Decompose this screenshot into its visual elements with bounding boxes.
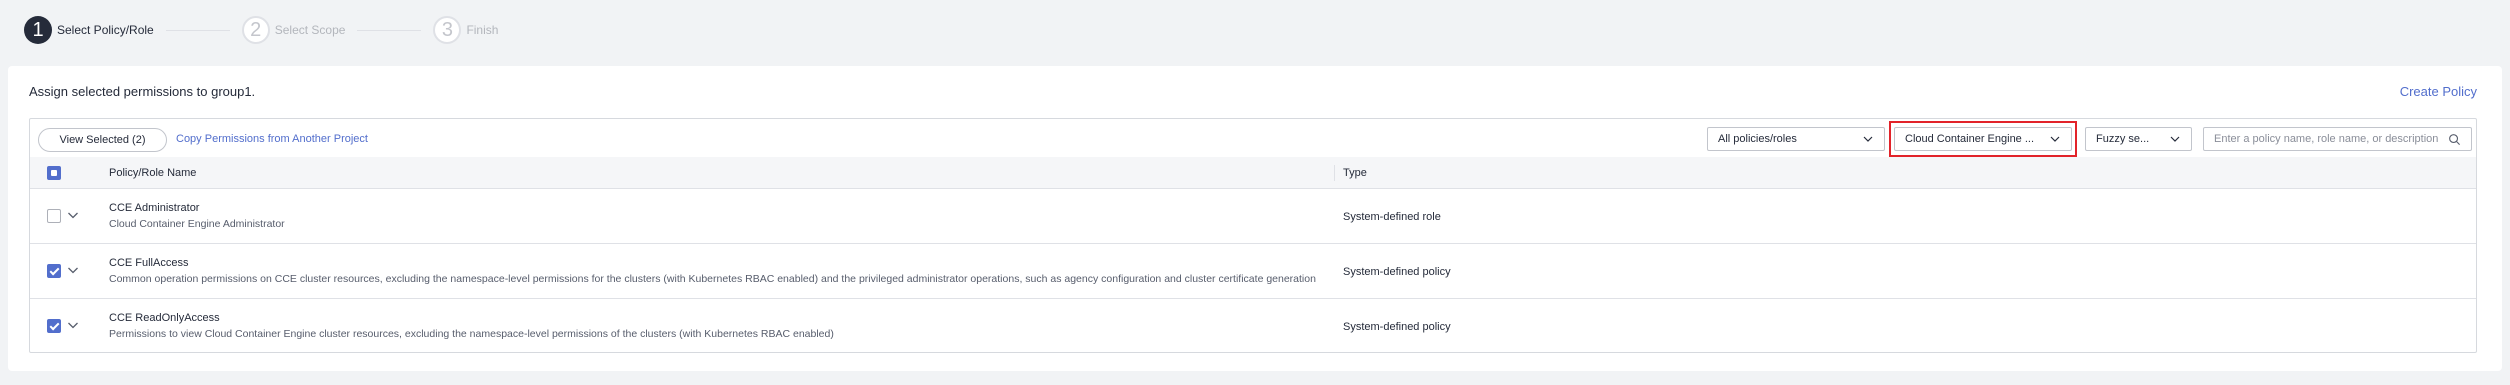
create-policy-link[interactable]: Create Policy: [2400, 84, 2477, 99]
permissions-card: Assign selected permissions to group1. C…: [8, 66, 2502, 371]
column-header-name: Policy/Role Name: [109, 167, 197, 179]
policy-type-value: All policies/roles: [1718, 133, 1797, 145]
policy-description: Cloud Container Engine Administrator: [109, 218, 285, 230]
policy-type-select[interactable]: All policies/roles: [1707, 127, 1885, 151]
service-value: Cloud Container Engine ...: [1905, 133, 2035, 145]
step-3-label: Finish: [466, 23, 499, 37]
step-2-label: Select Scope: [274, 23, 346, 37]
chevron-down-icon[interactable]: [67, 209, 79, 221]
step-2: 2 Select Scope: [241, 16, 346, 44]
policy-type: System-defined role: [1343, 211, 1441, 223]
search-mode-value: Fuzzy se...: [2096, 133, 2150, 145]
table-row: CCE FullAccess Common operation permissi…: [30, 244, 2476, 299]
policy-description: Common operation permissions on CCE clus…: [109, 273, 1316, 285]
search-box: [2203, 127, 2472, 151]
row-checkbox[interactable]: [47, 209, 61, 223]
step-divider: [357, 29, 422, 31]
policy-type: System-defined policy: [1343, 321, 1451, 333]
step-3-number: 3: [433, 16, 462, 44]
view-selected-button[interactable]: View Selected (2): [38, 128, 167, 152]
chevron-down-icon: [2170, 136, 2180, 142]
page-title: Assign selected permissions to group1.: [29, 84, 256, 99]
chevron-down-icon: [2050, 136, 2060, 142]
column-divider: [1334, 165, 1335, 181]
column-header-type: Type: [1343, 167, 1367, 179]
policy-name: CCE FullAccess: [109, 257, 189, 269]
chevron-down-icon: [1863, 136, 1873, 142]
table-toolbar: View Selected (2) Copy Permissions from …: [30, 119, 2476, 157]
chevron-down-icon[interactable]: [67, 319, 79, 331]
table-row: CCE Administrator Cloud Container Engine…: [30, 189, 2476, 244]
select-all-checkbox[interactable]: [47, 166, 61, 180]
step-indicator: 1 Select Policy/Role 2 Select Scope 3 Fi…: [24, 16, 498, 44]
table-row: CCE ReadOnlyAccess Permissions to view C…: [30, 299, 2476, 354]
step-1-label: Select Policy/Role: [57, 23, 154, 37]
step-1: 1 Select Policy/Role: [24, 16, 154, 44]
row-checkbox[interactable]: [47, 264, 61, 278]
policy-table: View Selected (2) Copy Permissions from …: [29, 118, 2477, 353]
policy-description: Permissions to view Cloud Container Engi…: [109, 328, 834, 340]
step-2-number: 2: [241, 16, 270, 44]
row-checkbox[interactable]: [47, 319, 61, 333]
table-header: Policy/Role Name Type: [30, 157, 2476, 189]
step-divider: [165, 29, 230, 31]
step-3: 3 Finish: [433, 16, 498, 44]
policy-name: CCE ReadOnlyAccess: [109, 312, 220, 324]
service-select[interactable]: Cloud Container Engine ...: [1894, 127, 2072, 151]
search-icon[interactable]: [2448, 133, 2461, 146]
policy-name: CCE Administrator: [109, 202, 200, 214]
copy-permissions-link[interactable]: Copy Permissions from Another Project: [176, 133, 368, 145]
policy-type: System-defined policy: [1343, 266, 1451, 278]
chevron-down-icon[interactable]: [67, 264, 79, 276]
search-input[interactable]: [2214, 133, 2442, 145]
search-mode-select[interactable]: Fuzzy se...: [2085, 127, 2192, 151]
step-1-number: 1: [24, 16, 52, 44]
